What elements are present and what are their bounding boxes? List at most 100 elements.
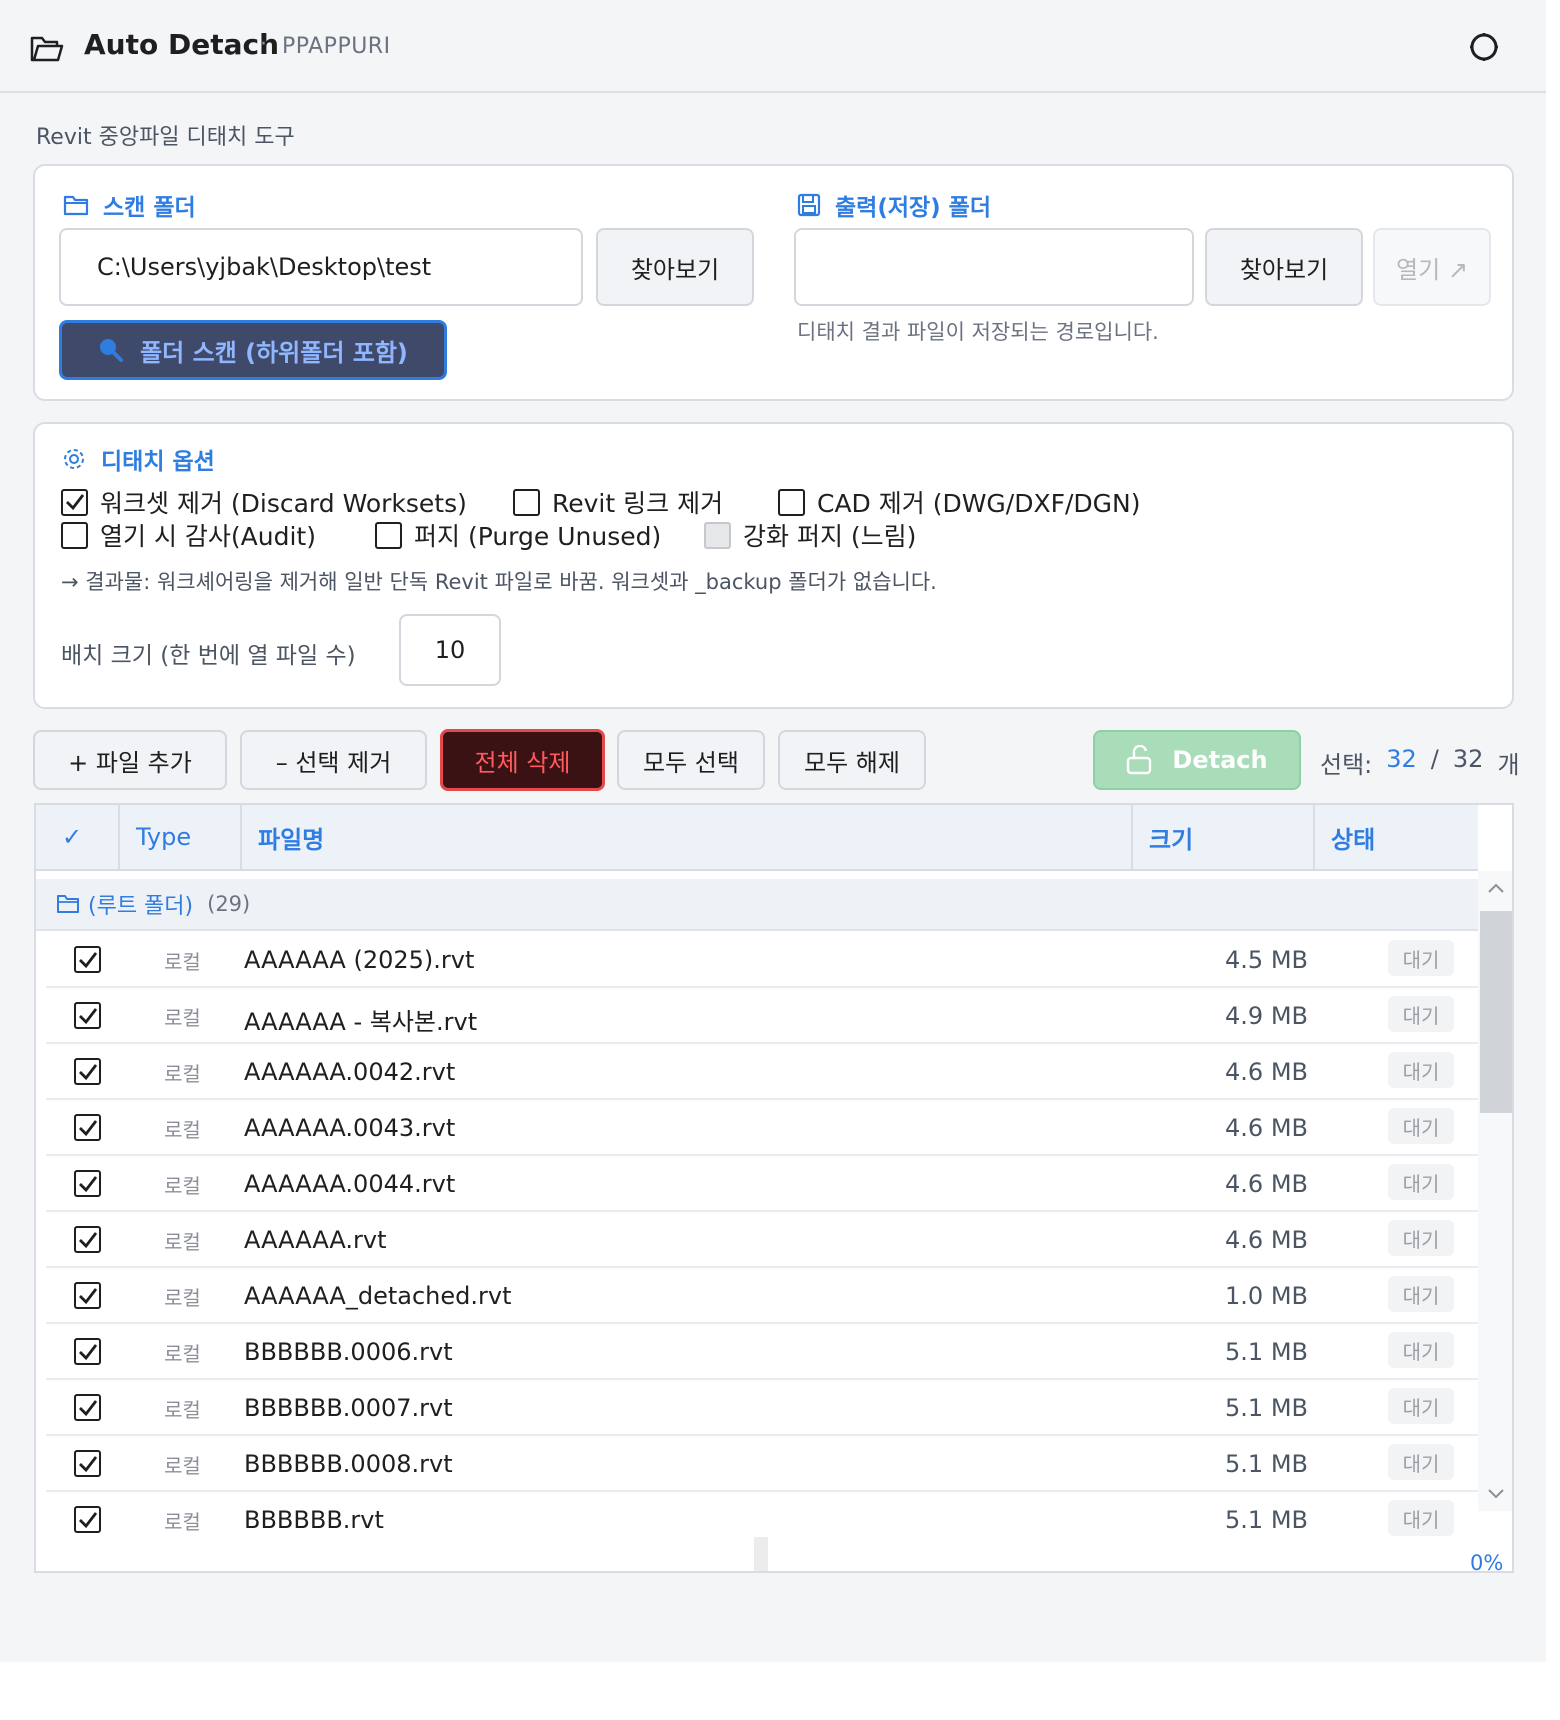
table-row[interactable]: 로컬 BBBBBB.rvt 5.1 MB 대기 bbox=[46, 1492, 1478, 1537]
row-type: 로컬 bbox=[164, 1006, 201, 1030]
row-size: 5.1 MB bbox=[1225, 1450, 1308, 1478]
row-checkbox[interactable] bbox=[74, 1450, 101, 1477]
table-row[interactable]: 로컬 BBBBBB.0007.rvt 5.1 MB 대기 bbox=[46, 1380, 1478, 1436]
option-audit-checkbox[interactable] bbox=[61, 521, 88, 549]
option-discard-worksets-checkbox[interactable] bbox=[61, 488, 88, 516]
output-folder-label: 출력(저장) 폴더 bbox=[835, 195, 991, 221]
table-row[interactable]: 로컬 AAAAAA.rvt 4.6 MB 대기 bbox=[46, 1212, 1478, 1268]
table-row[interactable]: 로컬 BBBBBB.0008.rvt 5.1 MB 대기 bbox=[46, 1436, 1478, 1492]
row-checkbox[interactable] bbox=[74, 1170, 101, 1197]
delete-all-button[interactable]: 전체 삭제 bbox=[440, 729, 605, 791]
row-size: 4.6 MB bbox=[1225, 1058, 1308, 1086]
option-discard-worksets[interactable]: 워크셋 제거 (Discard Worksets) bbox=[61, 484, 467, 520]
open-folder-button[interactable]: 열기 ↗ bbox=[1373, 228, 1491, 306]
table-row[interactable]: 로컬 AAAAAA (2025).rvt 4.5 MB 대기 bbox=[46, 932, 1478, 988]
row-type: 로컬 bbox=[164, 1174, 201, 1198]
option-deep-purge[interactable]: 강화 퍼지 (느림) bbox=[704, 517, 916, 553]
header-size[interactable]: 크기 bbox=[1133, 805, 1315, 869]
scan-folder-input[interactable]: C:\Users\yjbak\Desktop\test bbox=[59, 228, 583, 306]
row-checkbox[interactable] bbox=[74, 1506, 101, 1533]
detach-button[interactable]: Detach bbox=[1093, 730, 1301, 790]
row-size: 4.9 MB bbox=[1225, 1002, 1308, 1030]
option-purge[interactable]: 퍼지 (Purge Unused) bbox=[375, 517, 661, 553]
option-remove-cad[interactable]: CAD 제거 (DWG/DXF/DGN) bbox=[778, 484, 1140, 520]
deselect-all-button[interactable]: 모두 해제 bbox=[778, 730, 926, 790]
option-remove-links-checkbox[interactable] bbox=[513, 488, 540, 516]
header-filename[interactable]: 파일명 bbox=[242, 805, 1133, 869]
row-type: 로컬 bbox=[164, 1510, 201, 1534]
folder-panel: 스캔 폴더 C:\Users\yjbak\Desktop\test 찾아보기 폴… bbox=[33, 164, 1514, 401]
row-type: 로컬 bbox=[164, 1286, 201, 1310]
row-checkbox[interactable] bbox=[74, 1058, 101, 1085]
output-browse-button[interactable]: 찾아보기 bbox=[1205, 228, 1363, 306]
check-icon bbox=[78, 1063, 97, 1080]
row-checkbox[interactable] bbox=[74, 1394, 101, 1421]
folder-icon bbox=[57, 895, 79, 913]
row-filename: AAAAAA - 복사본.rvt bbox=[244, 1008, 478, 1036]
row-checkbox[interactable] bbox=[74, 1282, 101, 1309]
select-all-button[interactable]: 모두 선택 bbox=[617, 730, 765, 790]
row-checkbox[interactable] bbox=[74, 1226, 101, 1253]
save-icon bbox=[797, 193, 821, 217]
option-purge-label: 퍼지 (Purge Unused) bbox=[414, 522, 662, 551]
output-hint: 디태치 결과 파일이 저장되는 경로입니다. bbox=[797, 320, 1159, 344]
row-type: 로컬 bbox=[164, 1062, 201, 1086]
batch-size-label: 배치 크기 (한 번에 열 파일 수) bbox=[61, 643, 356, 669]
row-type: 로컬 bbox=[164, 1342, 201, 1366]
row-size: 4.5 MB bbox=[1225, 946, 1308, 974]
scrollbar-thumb[interactable] bbox=[1480, 911, 1512, 1113]
header-status[interactable]: 상태 bbox=[1315, 805, 1478, 869]
table-row[interactable]: 로컬 AAAAAA - 복사본.rvt 4.9 MB 대기 bbox=[46, 988, 1478, 1044]
row-checkbox[interactable] bbox=[74, 946, 101, 973]
check-icon bbox=[78, 1231, 97, 1248]
theme-toggle-icon[interactable] bbox=[1467, 30, 1501, 64]
batch-size-input[interactable]: 10 bbox=[399, 614, 501, 686]
table-row[interactable]: 로컬 BBBBBB.0006.rvt 5.1 MB 대기 bbox=[46, 1324, 1478, 1380]
row-filename: BBBBBB.0007.rvt bbox=[244, 1394, 453, 1422]
row-status-badge: 대기 bbox=[1388, 1332, 1454, 1368]
app-window: Auto Detach · PPAPPURI Revit 중앙파일 디태치 도구… bbox=[0, 0, 1546, 1662]
deselect-all-label: 모두 해제 bbox=[804, 748, 900, 777]
scan-folder-title: 스캔 폴더 bbox=[63, 188, 196, 222]
row-type: 로컬 bbox=[164, 950, 201, 974]
check-icon bbox=[78, 1343, 97, 1360]
chevron-down-icon[interactable] bbox=[1484, 1485, 1508, 1503]
option-remove-cad-checkbox[interactable] bbox=[778, 488, 805, 516]
selection-label: 선택: bbox=[1320, 751, 1373, 779]
output-folder-input[interactable] bbox=[794, 228, 1194, 306]
horizontal-scrollbar-thumb[interactable] bbox=[754, 1537, 768, 1571]
row-size: 5.1 MB bbox=[1225, 1506, 1308, 1534]
group-row-root[interactable]: (루트 폴더) (29) bbox=[36, 879, 1478, 931]
row-checkbox[interactable] bbox=[74, 1114, 101, 1141]
row-filename: BBBBBB.rvt bbox=[244, 1506, 384, 1534]
header-check[interactable]: ✓ bbox=[36, 805, 120, 869]
table-row[interactable]: 로컬 AAAAAA.0044.rvt 4.6 MB 대기 bbox=[46, 1156, 1478, 1212]
option-purge-checkbox[interactable] bbox=[375, 521, 402, 549]
option-remove-links-label: Revit 링크 제거 bbox=[552, 489, 724, 518]
table-row[interactable]: 로컬 AAAAAA_detached.rvt 1.0 MB 대기 bbox=[46, 1268, 1478, 1324]
table-row[interactable]: 로컬 AAAAAA.0043.rvt 4.6 MB 대기 bbox=[46, 1100, 1478, 1156]
option-remove-links[interactable]: Revit 링크 제거 bbox=[513, 484, 723, 520]
row-status-badge: 대기 bbox=[1388, 1164, 1454, 1200]
row-checkbox[interactable] bbox=[74, 1002, 101, 1029]
scan-folder-label: 스캔 폴더 bbox=[103, 195, 196, 221]
vertical-scrollbar[interactable] bbox=[1478, 871, 1512, 1511]
scan-browse-button[interactable]: 찾아보기 bbox=[596, 228, 754, 306]
chevron-up-icon[interactable] bbox=[1484, 879, 1508, 897]
options-label: 디태치 옵션 bbox=[101, 449, 215, 475]
option-deep-purge-checkbox[interactable] bbox=[704, 521, 731, 549]
header-type[interactable]: Type bbox=[120, 805, 242, 869]
row-type: 로컬 bbox=[164, 1398, 201, 1422]
unlock-icon bbox=[1127, 745, 1152, 775]
row-size: 4.6 MB bbox=[1225, 1226, 1308, 1254]
option-audit[interactable]: 열기 시 감사(Audit) bbox=[61, 517, 316, 553]
row-filename: BBBBBB.0006.rvt bbox=[244, 1338, 453, 1366]
row-checkbox[interactable] bbox=[74, 1338, 101, 1365]
scan-folder-button[interactable]: 폴더 스캔 (하위폴더 포함) bbox=[59, 320, 447, 380]
row-status-badge: 대기 bbox=[1388, 1276, 1454, 1312]
select-all-label: 모두 선택 bbox=[643, 748, 739, 777]
remove-selected-button[interactable]: – 선택 제거 bbox=[240, 730, 427, 790]
selection-counter: 선택: 32 / 32 개 bbox=[1320, 745, 1520, 780]
table-row[interactable]: 로컬 AAAAAA.0042.rvt 4.6 MB 대기 bbox=[46, 1044, 1478, 1100]
add-files-button[interactable]: + 파일 추가 bbox=[33, 730, 227, 790]
